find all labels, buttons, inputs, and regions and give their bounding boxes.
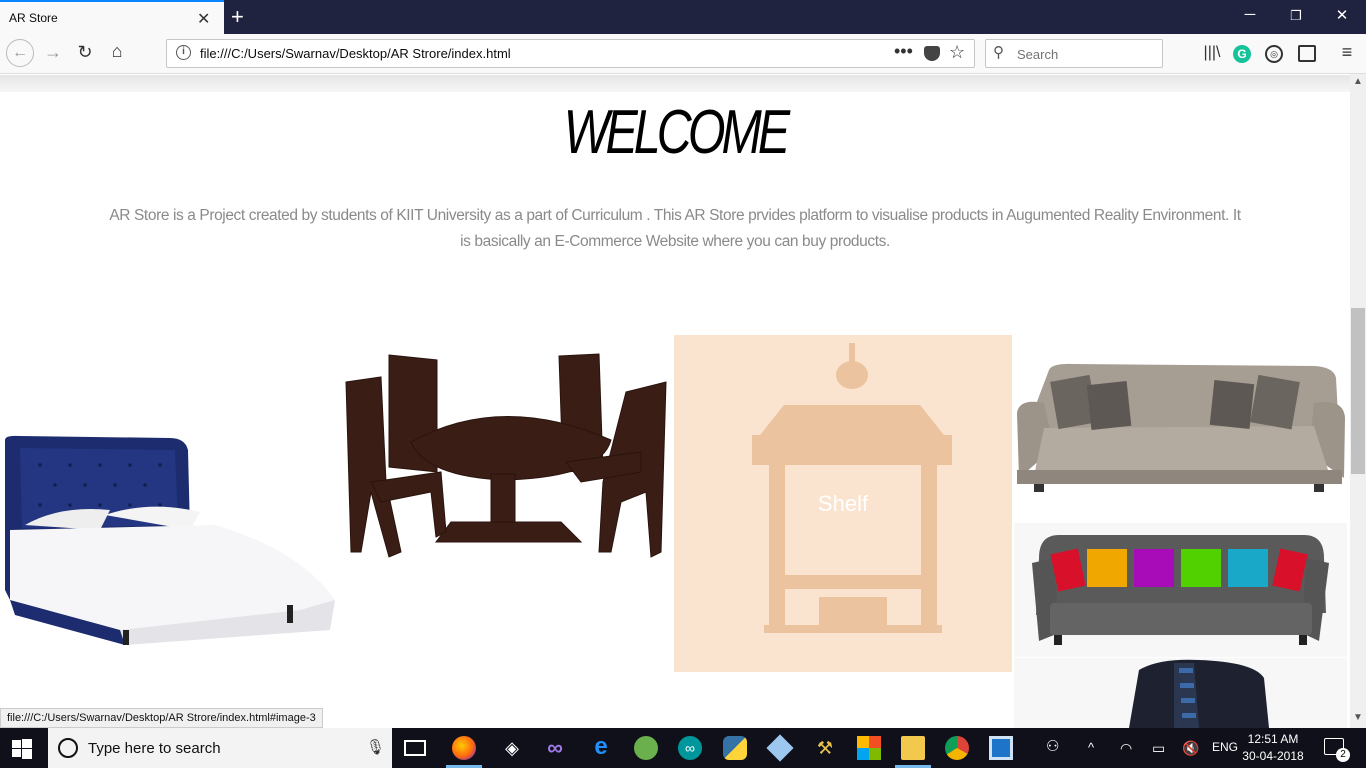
search-icon: ⚲ [993, 44, 1004, 61]
dining-table-image [345, 353, 667, 558]
task-view-icon[interactable] [404, 740, 426, 756]
firefox-icon[interactable] [452, 736, 476, 760]
grammarly-icon[interactable]: G [1233, 45, 1251, 63]
taskbar-search-input[interactable]: Type here to search 🎙 [48, 728, 392, 768]
visual-studio-icon[interactable]: ∞ [543, 736, 567, 760]
nav-strip [0, 75, 1350, 92]
windows-start-icon[interactable] [12, 739, 32, 759]
sidebar-icon[interactable] [1298, 45, 1316, 62]
taskbar-search-placeholder: Type here to search [88, 740, 221, 757]
page-actions-icon[interactable]: ••• [894, 41, 913, 62]
url-bar[interactable]: i file:///C:/Users/Swarnav/Desktop/AR St… [166, 39, 975, 68]
product-label-shelf: Shelf [817, 491, 869, 516]
minimize-icon[interactable]: ─ [1230, 6, 1270, 23]
page-description: AR Store is a Project created by student… [109, 207, 1241, 250]
language-indicator[interactable]: ENG [1212, 740, 1238, 754]
forward-icon[interactable]: → [41, 42, 65, 63]
cortana-icon [58, 738, 78, 758]
search-input[interactable]: ⚲ Search [985, 39, 1163, 68]
close-tab-icon[interactable]: ✕ [197, 9, 210, 29]
windows-taskbar: Type here to search 🎙 ◈ ∞ e ∞ ⚒ ⚇ ^ ◠ ▭ … [0, 728, 1366, 768]
product-shelf[interactable]: Shelf [674, 335, 1012, 672]
bookmark-star-icon[interactable]: ☆ [949, 42, 965, 63]
tray-chevron-icon[interactable]: ^ [1088, 740, 1094, 755]
clock-time: 12:51 AM [1247, 732, 1299, 746]
microphone-icon[interactable]: 🎙 [366, 738, 385, 756]
edge-icon[interactable]: e [589, 735, 613, 760]
sync-icon[interactable]: ◎ [1265, 45, 1283, 63]
tab-title: AR Store [9, 11, 58, 25]
library-icon[interactable]: |||\ [1200, 44, 1224, 62]
product-bed[interactable] [0, 430, 340, 645]
android-studio-icon[interactable] [634, 736, 658, 760]
office-icon[interactable] [857, 736, 881, 760]
page-content: WELCOME AR Store is a Project created by… [0, 75, 1350, 728]
home-icon[interactable]: ⌂ [105, 41, 129, 62]
tools-icon[interactable]: ⚒ [813, 736, 837, 760]
reload-icon[interactable]: ↻ [73, 42, 97, 63]
product-black-sofa[interactable] [1014, 523, 1347, 657]
search-placeholder: Search [1017, 47, 1059, 62]
volume-muted-icon[interactable]: 🔇 [1182, 740, 1199, 757]
unity-icon[interactable]: ◈ [500, 736, 524, 760]
product-dining-table[interactable] [341, 352, 671, 574]
product-grey-sofa[interactable] [1014, 358, 1347, 506]
scroll-down-icon[interactable]: ▼ [1353, 712, 1363, 723]
page-title: WELCOME [563, 98, 790, 167]
taskbar-clock[interactable]: 12:51 AM 30-04-2018 [1238, 731, 1308, 765]
bed-image [5, 435, 335, 645]
people-icon[interactable]: ⚇ [1046, 737, 1059, 755]
app-window-icon[interactable] [989, 736, 1013, 760]
chrome-icon[interactable] [945, 736, 969, 760]
black-sofa-image [1032, 535, 1329, 645]
pocket-icon[interactable] [924, 46, 940, 61]
clock-date: 30-04-2018 [1242, 749, 1304, 763]
3d-builder-icon[interactable] [766, 734, 794, 762]
python-icon[interactable] [723, 736, 747, 760]
scroll-up-icon[interactable]: ▲ [1353, 76, 1363, 87]
back-icon[interactable]: ← [6, 39, 34, 67]
close-window-icon[interactable]: ✕ [1322, 6, 1362, 24]
browser-titlebar: AR Store ✕ + ─ ❐ ✕ [0, 0, 1366, 34]
grey-sofa-image [1017, 363, 1345, 492]
browser-navbar: ← → ↻ ⌂ i file:///C:/Users/Swarnav/Deskt… [0, 34, 1366, 74]
product-chair[interactable] [1014, 658, 1347, 728]
status-url: file:///C:/Users/Swarnav/Desktop/AR Stro… [0, 708, 323, 728]
wifi-icon[interactable]: ◠ [1120, 740, 1132, 757]
arduino-icon[interactable]: ∞ [678, 736, 702, 760]
url-text[interactable]: file:///C:/Users/Swarnav/Desktop/AR Stro… [200, 46, 511, 61]
battery-icon[interactable]: ▭ [1152, 740, 1165, 757]
tab-ar-store[interactable]: AR Store ✕ [0, 0, 224, 34]
scrollbar-thumb[interactable] [1351, 308, 1365, 474]
info-icon[interactable]: i [176, 45, 191, 60]
file-explorer-icon[interactable] [901, 736, 925, 760]
notification-count-badge: 2 [1336, 748, 1350, 762]
restore-icon[interactable]: ❐ [1276, 8, 1316, 24]
menu-icon[interactable]: ≡ [1335, 42, 1359, 63]
chair-image [1129, 659, 1269, 728]
page-scrollbar[interactable]: ▲ ▼ [1350, 74, 1366, 728]
new-tab-icon[interactable]: + [231, 4, 244, 30]
